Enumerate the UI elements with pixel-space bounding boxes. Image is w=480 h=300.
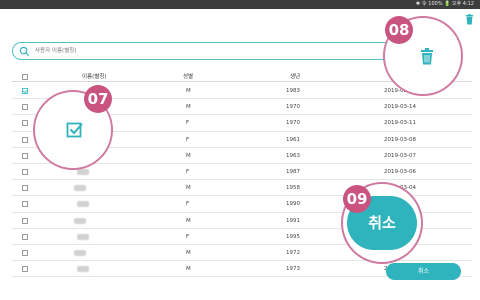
search-icon	[19, 46, 30, 57]
column-birth-year[interactable]: 생년	[290, 72, 300, 80]
callout-badge-08: 08	[385, 16, 413, 44]
cell-gender: M	[186, 152, 191, 159]
cell-birth-year: 1972	[286, 250, 300, 256]
row-checkbox[interactable]	[22, 120, 28, 127]
cell-birth-year: 1958	[286, 185, 300, 192]
row-checkbox[interactable]	[22, 185, 28, 192]
cell-date: 2019-03-08	[384, 136, 416, 143]
cell-birth-year: 1963	[286, 152, 300, 159]
trash-icon[interactable]	[465, 14, 474, 25]
column-gender[interactable]: 성별	[183, 72, 193, 80]
cancel-button[interactable]: 취소	[386, 263, 461, 280]
row-checkbox[interactable]	[22, 152, 28, 159]
redacted-name	[77, 233, 89, 240]
status-text: ✱ 令 100% 🔋 오후 4:12	[415, 1, 474, 7]
checkbox-checked-icon	[66, 122, 83, 138]
cell-gender: F	[186, 120, 190, 127]
cell-gender: M	[186, 185, 191, 192]
redacted-name	[77, 201, 89, 208]
cell-birth-year: 1990	[286, 201, 300, 208]
cell-gender: M	[186, 217, 191, 224]
row-checkbox[interactable]	[22, 233, 28, 240]
cell-gender: M	[186, 104, 191, 111]
cell-date: 2019-03-07	[384, 152, 416, 159]
cell-gender: M	[186, 88, 191, 94]
cell-gender: M	[186, 250, 191, 256]
redacted-name	[74, 217, 86, 224]
column-name[interactable]: 이름(별칭)	[82, 72, 107, 80]
cell-gender: F	[186, 201, 190, 208]
select-all-checkbox[interactable]	[22, 74, 28, 80]
row-checkbox[interactable]	[22, 136, 28, 143]
row-checkbox[interactable]	[22, 266, 28, 273]
status-bar: ✱ 令 100% 🔋 오후 4:12	[0, 0, 480, 9]
cell-birth-year: 1995	[286, 233, 300, 240]
cell-date: 2019-03-14	[384, 104, 416, 111]
cell-birth-year: 1991	[286, 217, 300, 224]
row-checkbox[interactable]	[22, 104, 28, 111]
redacted-name	[74, 250, 86, 256]
redacted-name	[74, 185, 86, 192]
trash-icon	[421, 48, 433, 65]
row-checkbox[interactable]	[22, 250, 28, 256]
cell-birth-year: 1970	[286, 120, 300, 127]
cell-gender: F	[186, 233, 190, 240]
cell-birth-year: 1973	[286, 266, 300, 273]
callout-badge-07: 07	[84, 85, 112, 113]
row-checkbox[interactable]	[22, 88, 28, 94]
cell-birth-year: 1970	[286, 104, 300, 111]
cell-gender: M	[186, 266, 191, 273]
redacted-name	[77, 266, 89, 273]
cell-date: 2019-03-06	[384, 169, 416, 175]
cell-date: 2019-03-11	[384, 120, 416, 127]
row-checkbox[interactable]	[22, 201, 28, 208]
callout-badge-09: 09	[343, 185, 371, 213]
redacted-name	[77, 169, 89, 175]
cell-birth-year: 1961	[286, 136, 300, 143]
row-checkbox[interactable]	[22, 217, 28, 224]
cell-birth-year: 1983	[286, 88, 300, 94]
search-input[interactable]	[35, 45, 335, 57]
cell-birth-year: 1987	[286, 169, 300, 175]
cell-gender: F	[186, 136, 190, 143]
cell-gender: F	[186, 169, 190, 175]
row-checkbox[interactable]	[22, 169, 28, 175]
